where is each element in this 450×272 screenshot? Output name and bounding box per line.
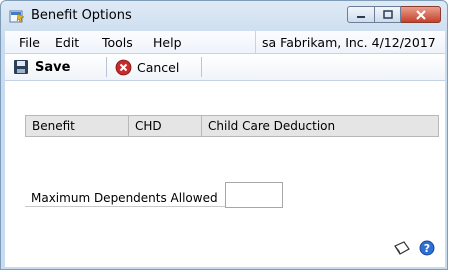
benefit-label: Benefit <box>26 116 129 136</box>
benefit-code-field[interactable]: CHD <box>129 116 202 136</box>
help-button[interactable]: ? <box>419 240 435 259</box>
title-bar[interactable]: Benefit Options <box>1 1 447 31</box>
menu-edit[interactable]: Edit <box>55 35 79 50</box>
toolbar: Save Cancel <box>5 54 445 81</box>
app-icon <box>9 8 25 24</box>
company-user-date: sa Fabrikam, Inc. 4/12/2017 <box>262 35 436 50</box>
save-disk-icon <box>14 60 28 74</box>
menu-tools[interactable]: Tools <box>102 35 133 50</box>
close-icon <box>415 9 426 20</box>
svg-text:?: ? <box>424 242 430 255</box>
form-area <box>5 81 445 267</box>
maximize-button[interactable] <box>375 6 401 23</box>
toolbar-separator <box>201 57 202 77</box>
help-icon: ? <box>419 240 435 256</box>
window-title: Benefit Options <box>31 8 132 23</box>
menu-file[interactable]: File <box>19 35 40 50</box>
note-icon <box>394 241 410 255</box>
minimize-icon <box>357 15 365 18</box>
note-button[interactable] <box>393 240 411 259</box>
benefit-options-window: Benefit Options File Edit Tools Help sa … <box>0 0 448 270</box>
benefit-row: Benefit CHD Child Care Deduction <box>25 115 439 137</box>
menu-help[interactable]: Help <box>153 35 182 50</box>
benefit-description-field[interactable]: Child Care Deduction <box>202 116 438 136</box>
cancel-x-icon <box>115 59 132 75</box>
max-dependents-label: Maximum Dependents Allowed <box>31 191 218 205</box>
cancel-label: Cancel <box>137 59 180 75</box>
toolbar-separator <box>106 57 107 77</box>
save-label: Save <box>35 59 71 75</box>
maximize-icon <box>382 10 393 19</box>
company-info[interactable]: sa Fabrikam, Inc. 4/12/2017 <box>255 31 445 53</box>
bottom-icons: ? <box>393 240 435 259</box>
minimize-button[interactable] <box>347 6 375 23</box>
max-dependents-row: Maximum Dependents Allowed <box>25 181 225 207</box>
save-button[interactable]: Save <box>13 57 70 77</box>
cancel-button[interactable]: Cancel <box>115 57 179 77</box>
max-dependents-input[interactable] <box>225 182 283 208</box>
close-button[interactable] <box>401 6 441 23</box>
